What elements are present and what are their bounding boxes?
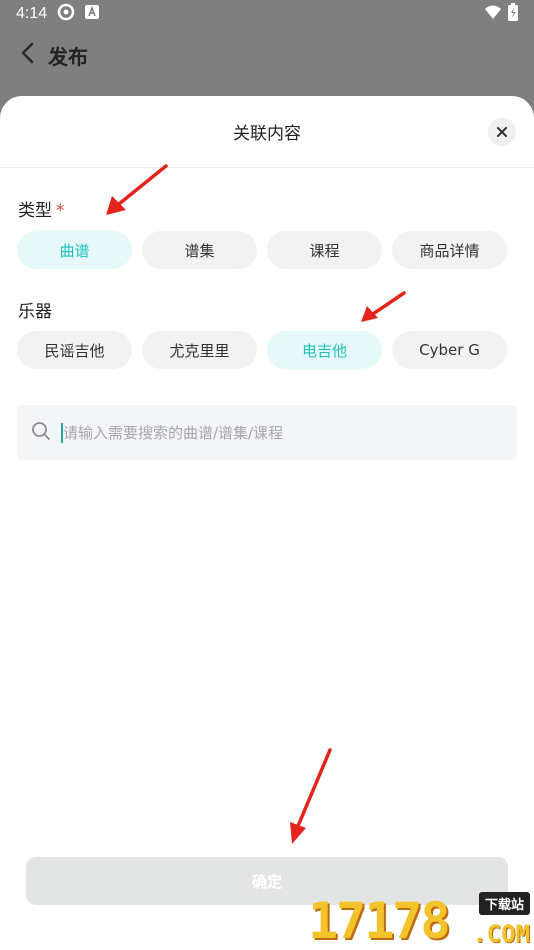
back-arrow-icon[interactable]: [20, 42, 34, 68]
status-time: 4:14: [16, 5, 48, 22]
watermark-logo: 17178 下载站 .COM: [308, 888, 534, 950]
instrument-chip-row: 民谣吉他 尤克里里 电吉他 Cyber G: [17, 331, 507, 369]
close-button[interactable]: [488, 118, 516, 146]
type-chip-row: 曲谱 谱集 课程 商品详情: [17, 231, 507, 269]
watermark-digits: 17178: [308, 892, 451, 950]
annotation-arrow-icon: [106, 164, 168, 215]
status-bar: 4:14: [0, 0, 534, 28]
wifi-icon: [484, 4, 502, 24]
chip-type-collection[interactable]: 谱集: [142, 231, 257, 269]
chip-instrument-folk-guitar[interactable]: 民谣吉他: [17, 331, 132, 369]
sheet-title: 关联内容: [233, 124, 301, 144]
instrument-section-label: 乐器: [18, 297, 52, 322]
search-input[interactable]: [63, 423, 483, 442]
type-label-text: 类型: [18, 201, 52, 221]
annotation-arrow-icon: [361, 291, 406, 322]
type-section-label: 类型 *: [18, 196, 65, 221]
chip-type-score[interactable]: 曲谱: [17, 231, 132, 269]
notification-a-icon: [85, 5, 100, 23]
status-right-icons: [484, 3, 518, 25]
instrument-label-text: 乐器: [18, 302, 52, 322]
close-icon: [496, 123, 508, 142]
annotation-arrow-icon: [290, 748, 332, 844]
chip-type-product[interactable]: 商品详情: [392, 231, 507, 269]
page-title: 发布: [48, 44, 88, 69]
sheet-header: 关联内容: [0, 96, 534, 168]
chip-instrument-electric-guitar[interactable]: 电吉他: [267, 331, 382, 369]
chip-instrument-cyber-g[interactable]: Cyber G: [392, 331, 507, 369]
required-mark: *: [56, 201, 65, 221]
battery-icon: [508, 3, 518, 25]
chip-type-course[interactable]: 课程: [267, 231, 382, 269]
chip-instrument-ukulele[interactable]: 尤克里里: [142, 331, 257, 369]
watermark-suffix: .COM: [472, 920, 530, 948]
related-content-sheet: 关联内容 类型 * 曲谱 谱集 课程 商品详情 乐器 民谣吉他 尤克里里 电吉他 …: [0, 96, 534, 950]
nav-bar: 发布: [0, 30, 534, 80]
search-box[interactable]: [17, 405, 517, 460]
search-icon: [31, 421, 51, 445]
watermark-badge: 下载站: [478, 892, 530, 915]
sync-icon: [57, 3, 75, 25]
